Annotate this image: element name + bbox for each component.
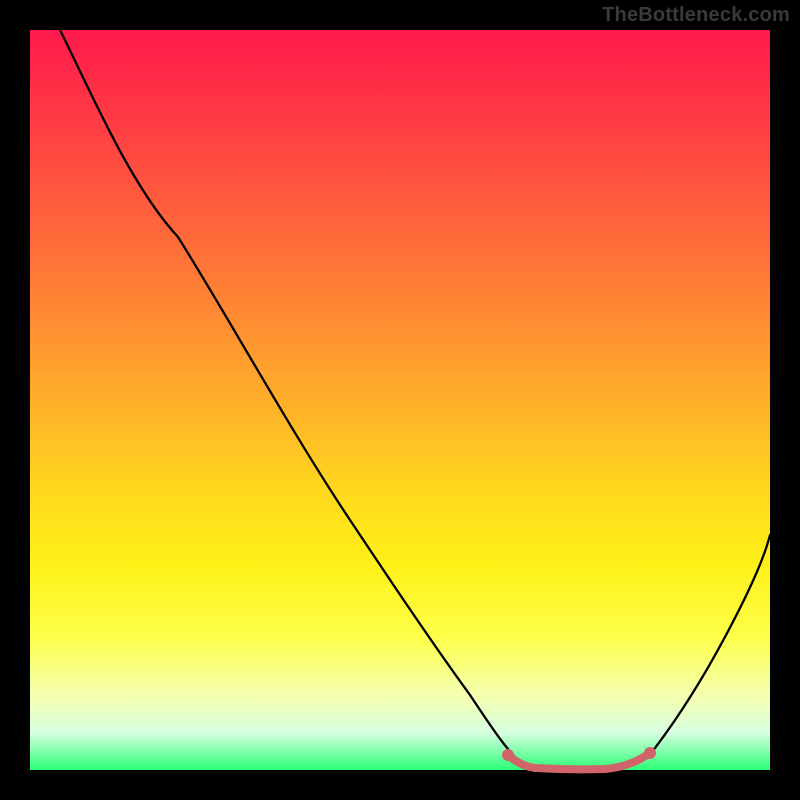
plot-area [30, 30, 770, 770]
optimal-range-highlight [508, 753, 650, 769]
bottleneck-curve-line [60, 30, 770, 770]
curve-svg [30, 30, 770, 770]
watermark-text: TheBottleneck.com [602, 4, 790, 27]
optimal-range-start-dot [502, 749, 514, 761]
optimal-range-end-dot [644, 747, 656, 759]
chart-canvas: TheBottleneck.com [0, 0, 800, 800]
